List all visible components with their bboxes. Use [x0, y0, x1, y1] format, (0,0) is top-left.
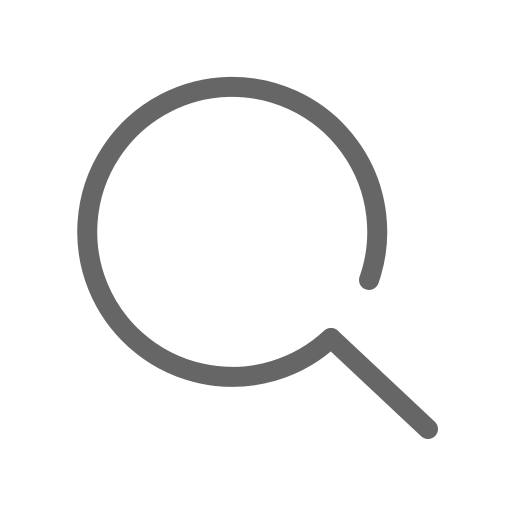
search-icon-svg [77, 76, 438, 439]
icon-canvas [0, 0, 512, 512]
search-icon-handle [321, 328, 438, 439]
search-icon [0, 0, 512, 512]
